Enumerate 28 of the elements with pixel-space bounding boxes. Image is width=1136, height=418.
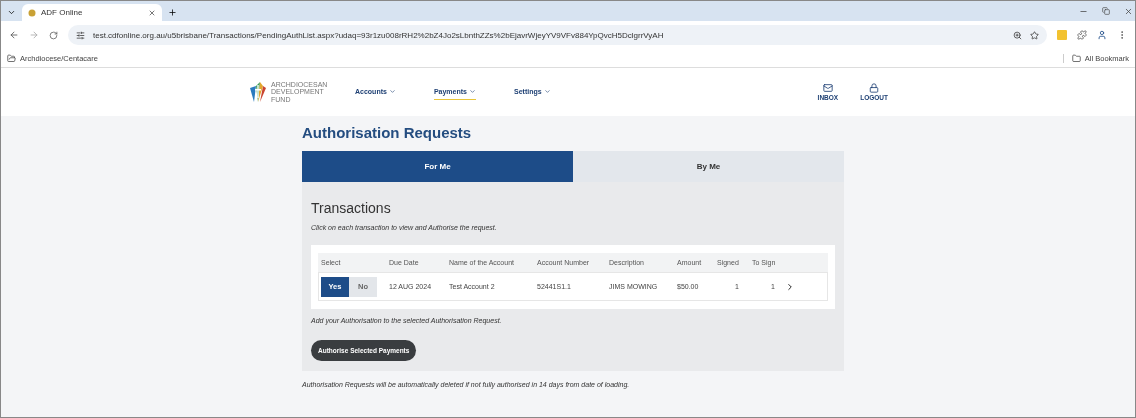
tab[interactable]: For Me	[302, 151, 573, 182]
close-icon[interactable]	[148, 8, 156, 17]
chevron-down-icon	[543, 88, 551, 95]
mail-icon	[822, 83, 833, 93]
section-title: Transactions	[311, 200, 392, 216]
star-icon[interactable]	[1030, 30, 1039, 40]
folder-icon	[1071, 53, 1081, 63]
logo-icon	[248, 80, 268, 104]
folder-icon	[7, 53, 16, 63]
restore-icon[interactable]	[1102, 7, 1110, 15]
reload-icon[interactable]	[49, 30, 58, 40]
chevron-icon[interactable]	[785, 281, 795, 292]
chevron-down-icon	[469, 88, 476, 95]
tab-list-icon[interactable]	[7, 8, 16, 17]
new-tab-icon[interactable]	[168, 8, 177, 17]
tab[interactable]: By Me	[573, 151, 844, 182]
close-icon[interactable]	[1124, 6, 1133, 16]
browser-tab[interactable]: ADF Online	[22, 4, 162, 21]
page-title: Authorisation Requests	[302, 124, 473, 141]
zoom-icon[interactable]	[1013, 30, 1022, 40]
back-icon[interactable]	[9, 30, 19, 40]
profile-icon[interactable]	[1097, 30, 1107, 40]
site-settings-icon[interactable]	[76, 30, 85, 40]
lock-icon	[869, 83, 880, 93]
table-header-cell	[785, 253, 828, 272]
chevron-down-icon	[388, 88, 396, 95]
address-bar[interactable]: test.cdfonline.org.au/u5brisbane/Transactions/PendingAuthList.aspx?udaq=93r1zu008rRH2%2bZ4Jo2sLbnthZZs%2bEjavrWjeyYV9VFv884YpQvcH5DclgrrVyAH	[68, 25, 1047, 45]
puzzle-icon[interactable]	[1077, 30, 1087, 40]
